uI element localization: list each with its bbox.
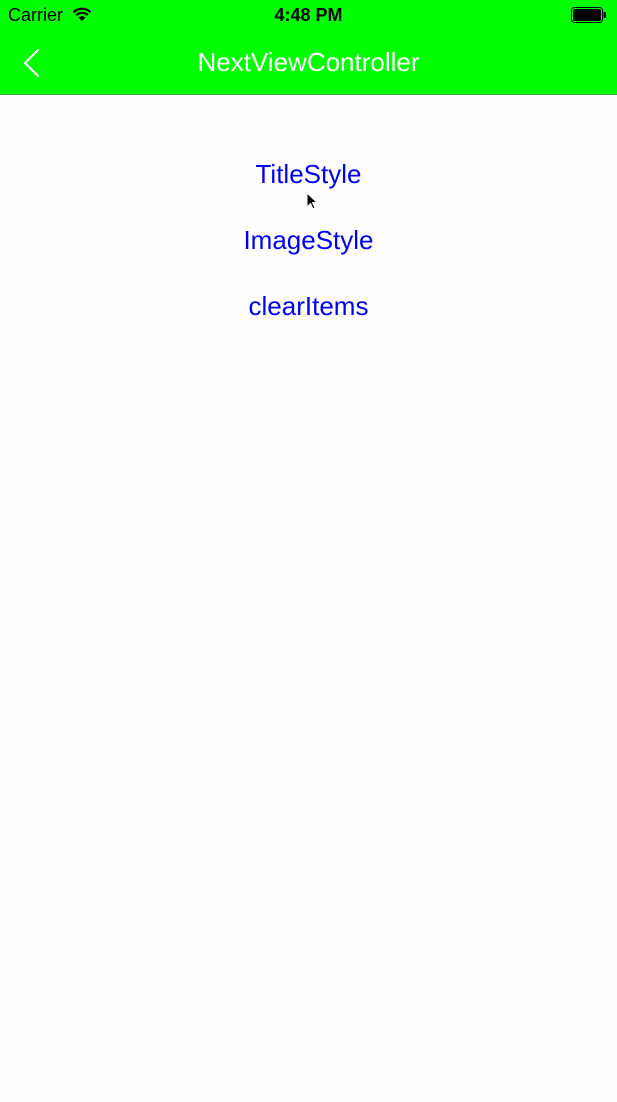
mouse-pointer-icon <box>306 192 318 210</box>
title-style-label: TitleStyle <box>255 159 362 189</box>
battery-icon <box>571 7 606 23</box>
title-style-button[interactable]: TitleStyle <box>0 158 617 190</box>
navigation-bar: NextViewController <box>0 30 617 95</box>
image-style-button[interactable]: ImageStyle <box>0 224 617 256</box>
status-time: 4:48 PM <box>274 5 343 25</box>
nav-title: NextViewController <box>197 47 420 77</box>
status-bar: Carrier 4:48 PM <box>0 0 617 30</box>
image-style-label: ImageStyle <box>243 225 374 255</box>
clear-items-label: clearItems <box>248 291 369 321</box>
clear-items-button[interactable]: clearItems <box>0 290 617 322</box>
